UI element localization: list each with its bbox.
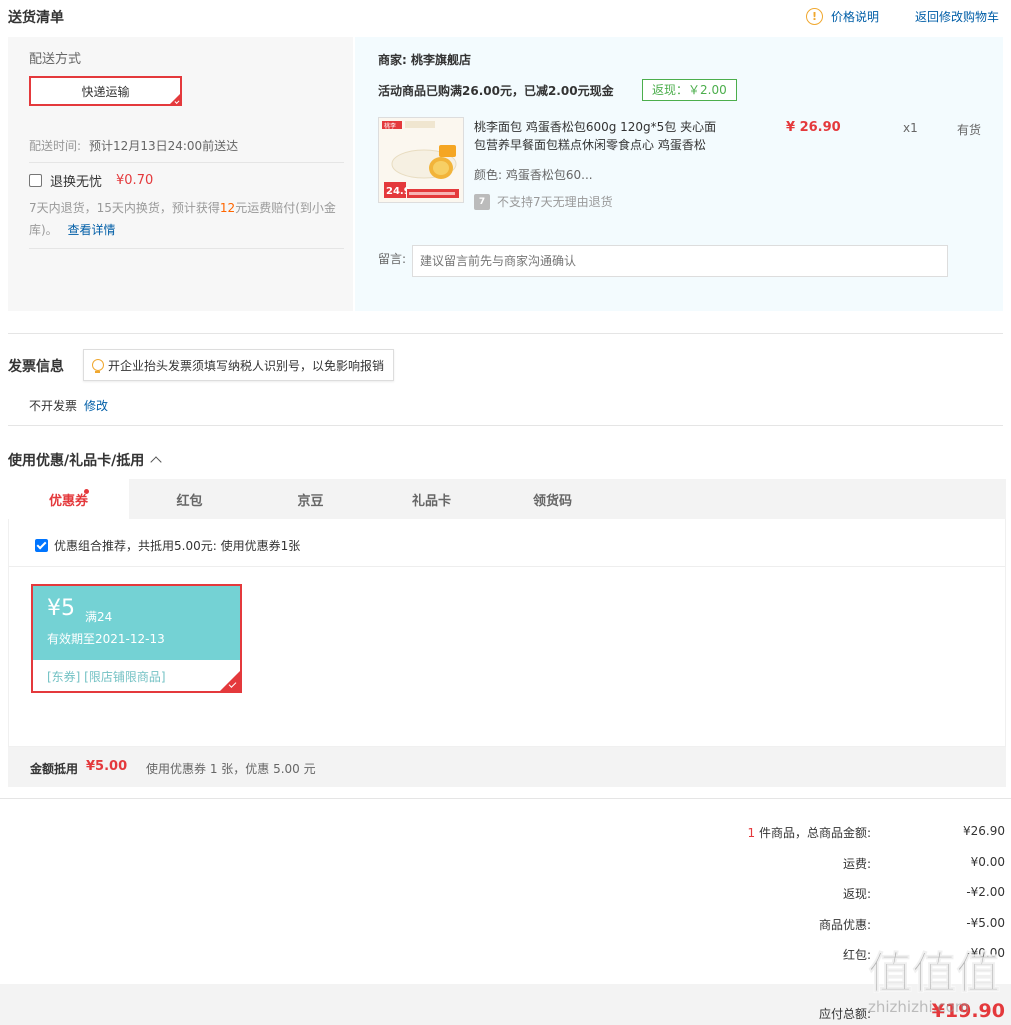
color-value: 鸡蛋香松包60... xyxy=(505,168,593,182)
divider xyxy=(8,425,1003,426)
divider xyxy=(0,798,1011,799)
invoice-title: 发票信息 xyxy=(8,359,64,375)
tab-coupons-label: 优惠券 xyxy=(48,493,88,509)
product-discount-label: 商品优惠: xyxy=(818,918,871,932)
coupon-card-header: ¥5 满24 有效期至2021-12-13 xyxy=(33,586,240,660)
coupon-tags: [东券] [限店铺限商品] xyxy=(47,670,166,684)
product-title[interactable]: 桃李面包 鸡蛋香松包600g 120g*5包 夹心面包营养早餐面包糕点休闲零食点… xyxy=(474,118,724,154)
tab-gift-card[interactable]: 礼品卡 xyxy=(371,479,492,519)
view-details-link[interactable]: 查看详情 xyxy=(68,223,116,237)
seller-info: 商家: 桃李旗舰店 xyxy=(378,51,471,68)
chevron-up-icon xyxy=(150,456,162,468)
return-service-price: ¥0.70 xyxy=(116,173,154,188)
delivery-time-label: 配送时间: xyxy=(29,139,82,153)
delivery-time-value: 预计12月13日24:00前送达 xyxy=(89,139,239,153)
express-shipping-label: 快递运输 xyxy=(81,84,130,99)
product-price: ¥ 26.90 xyxy=(786,120,841,135)
combo-recommendation: 优惠组合推荐，共抵用5.00元: 使用优惠券1张 xyxy=(35,537,300,554)
return-desc-text: 7天内退货，15天内换货，预计获得 xyxy=(29,201,220,215)
invoice-tip-text: 开企业抬头发票须填写纳税人识别号，以免影响报销 xyxy=(108,358,385,373)
shipping-fee-value: ¥0.00 xyxy=(970,855,1005,869)
watermark-text: 值值值 xyxy=(868,948,1000,999)
combo-text: 优惠组合推荐，共抵用5.00元: 使用优惠券1张 xyxy=(54,539,301,553)
coupon-condition: 满24 xyxy=(85,610,113,624)
warning-icon: ! xyxy=(806,8,823,25)
price-info-link[interactable]: ! 价格说明 xyxy=(806,8,879,25)
return-service-description: 7天内退货，15天内换货，预计获得12元运费赔付(到小金库)。 查看详情 xyxy=(29,197,344,241)
image-brand-text: 桃李 xyxy=(384,122,396,130)
color-label: 颜色: xyxy=(474,168,503,182)
items-count: 1 xyxy=(747,826,756,840)
total-bar: 应付总额: ¥19.90 xyxy=(0,984,1011,1025)
amount-deduct-value: ¥5.00 xyxy=(86,759,128,774)
delivery-time: 配送时间: 预计12月13日24:00前送达 xyxy=(29,137,238,154)
items-total-label: 1 件商品，总商品金额: xyxy=(747,824,871,841)
watermark-url: zhizhizhi.com xyxy=(868,998,969,1016)
watermark-logo: 值值值 zhizhizhi.com xyxy=(866,940,1006,1022)
message-label: 留言: xyxy=(378,252,407,266)
tab-red-packet-label: 红包 xyxy=(176,493,203,509)
return-service-row: 退换无忧 ¥0.70 xyxy=(29,171,153,190)
price-info-label: 价格说明 xyxy=(831,10,880,24)
seller-name: 桃李旗舰店 xyxy=(411,53,472,67)
discounts-section-toggle[interactable]: 使用优惠/礼品卡/抵用 xyxy=(8,450,162,470)
seven-day-icon: 7 xyxy=(474,193,490,210)
notification-dot-icon xyxy=(84,489,89,494)
product-image[interactable]: 桃李 24.9 xyxy=(378,117,464,203)
coupon-footer: 金额抵用 ¥5.00 使用优惠券 1 张，优惠 5.00 元 xyxy=(8,747,1006,787)
return-desc-amount: 12 xyxy=(219,201,236,215)
tab-redeem-code[interactable]: 领货码 xyxy=(492,479,613,519)
divider xyxy=(9,566,1005,567)
items-label: 件商品，总商品金额: xyxy=(758,826,871,840)
return-service-checkbox[interactable] xyxy=(29,174,42,187)
total-label: 应付总额: xyxy=(818,1007,871,1021)
invoice-modify-link[interactable]: 修改 xyxy=(84,397,108,414)
combo-checkbox[interactable] xyxy=(35,539,48,552)
selected-corner-icon xyxy=(220,671,240,691)
tab-jd-beans-label: 京豆 xyxy=(297,493,324,509)
stock-status: 有货 xyxy=(957,123,982,137)
rebate-label: 返现: xyxy=(842,887,871,901)
seller-label: 商家: xyxy=(378,53,407,67)
lightbulb-icon xyxy=(92,359,104,373)
product-quantity: x1 xyxy=(903,121,918,135)
bread-product-icon: 桃李 24.9 xyxy=(379,118,463,202)
divider xyxy=(29,248,344,249)
discount-tabs: 优惠券 红包 京豆 礼品卡 领货码 xyxy=(8,479,1006,519)
invoice-status: 不开发票 xyxy=(29,399,78,413)
shipping-fee-label: 运费: xyxy=(842,857,871,871)
no-return-text: 不支持7天无理由退货 xyxy=(497,195,613,209)
amount-deduct-label: 金额抵用 xyxy=(30,762,79,776)
divider xyxy=(8,333,1003,334)
discounts-title: 使用优惠/礼品卡/抵用 xyxy=(8,453,145,469)
tab-red-packet[interactable]: 红包 xyxy=(129,479,250,519)
items-total-value: ¥26.90 xyxy=(963,824,1005,838)
divider xyxy=(29,162,344,163)
rebate-value: -¥2.00 xyxy=(966,885,1005,899)
message-input[interactable] xyxy=(412,245,948,277)
shipping-method-label: 配送方式 xyxy=(29,52,82,67)
express-shipping-option[interactable]: 快递运输 xyxy=(29,76,182,106)
invoice-tip: 开企业抬头发票须填写纳税人识别号，以免影响报销 xyxy=(83,349,395,381)
no-return-notice: 7 不支持7天无理由退货 xyxy=(474,193,613,210)
product-color: 颜色: 鸡蛋香松包60... xyxy=(474,166,593,183)
return-service-label: 退换无忧 xyxy=(50,175,103,190)
coupon-amount: ¥5 xyxy=(47,596,75,621)
tab-jd-beans[interactable]: 京豆 xyxy=(250,479,371,519)
amount-deduct-description: 使用优惠券 1 张，优惠 5.00 元 xyxy=(146,762,316,776)
coupon-card[interactable]: ¥5 满24 有效期至2021-12-13 [东券] [限店铺限商品] xyxy=(31,584,242,693)
shipping-panel: 配送方式 快递运输 配送时间: 预计12月13日24:00前送达 退换无忧 ¥0.… xyxy=(8,37,353,311)
rebate-badge: 返现：￥2.00 xyxy=(642,79,737,101)
tab-gift-card-label: 礼品卡 xyxy=(411,493,451,509)
delivery-list-title: 送货清单 xyxy=(8,10,64,26)
promo-text: 活动商品已购满26.00元，已减2.00元现金 xyxy=(378,84,614,98)
shop-panel: 商家: 桃李旗舰店 活动商品已购满26.00元，已减2.00元现金 返现：￥2.… xyxy=(355,37,1003,311)
coupon-valid-date: 有效期至2021-12-13 xyxy=(47,632,165,646)
back-to-cart-link[interactable]: 返回修改购物车 xyxy=(915,8,999,25)
product-discount-value: -¥5.00 xyxy=(966,916,1005,930)
tab-redeem-code-label: 领货码 xyxy=(532,493,572,509)
watermark-icon: 值值值 zhizhizhi.com xyxy=(868,948,1001,1017)
tab-coupons[interactable]: 优惠券 xyxy=(8,479,129,519)
